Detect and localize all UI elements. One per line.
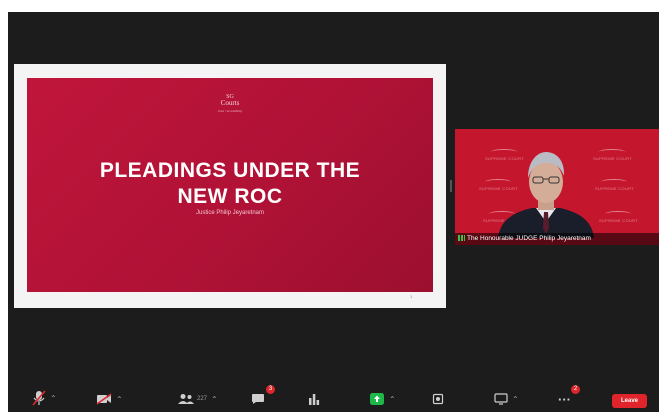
slide-page-marker: 1 <box>410 294 413 299</box>
participants-icon <box>178 394 194 404</box>
watermark-logo: SUPREME COURT <box>599 211 638 223</box>
share-screen-button[interactable]: ⌃ <box>369 389 396 409</box>
video-icon <box>96 393 112 405</box>
leave-button[interactable]: Leave <box>612 394 647 408</box>
share-options-caret[interactable]: ⌃ <box>389 395 396 404</box>
apps-icon <box>494 393 508 405</box>
video-options-caret[interactable]: ⌃ <box>116 395 123 404</box>
mute-options-caret[interactable]: ⌃ <box>50 394 57 403</box>
polls-button[interactable] <box>308 389 320 409</box>
more-icon: ··· <box>558 391 571 407</box>
logo-text-courts: Courts <box>220 99 240 107</box>
slide-title: PLEADINGS UNDER THE NEW ROC <box>60 158 400 210</box>
chat-unread-badge: 3 <box>266 385 275 394</box>
apps-options-caret[interactable]: ⌃ <box>512 395 519 404</box>
participants-options-caret[interactable]: ⌃ <box>211 395 218 404</box>
record-icon <box>432 393 444 405</box>
mute-icon <box>32 390 46 406</box>
polls-icon <box>309 394 320 405</box>
mute-button[interactable]: ⌃ <box>32 388 57 408</box>
speaker-name: The Honourable JUDGE Philip Jeyaretnam <box>467 235 591 242</box>
chat-button[interactable] <box>251 389 267 409</box>
stop-video-button[interactable]: ⌃ <box>96 389 123 409</box>
slide-subtitle: Justice Philip Jeyaretnam <box>195 210 265 216</box>
view-splitter-handle[interactable] <box>450 180 452 192</box>
participants-button[interactable]: 227 ⌃ <box>177 389 218 409</box>
speaker-person <box>498 152 594 238</box>
participants-count: 227 <box>197 396 208 402</box>
more-notification-badge: 2 <box>571 385 580 394</box>
watermark-logo: SUPREME COURT <box>593 149 632 161</box>
slide-title-line-2: NEW ROC <box>177 185 283 208</box>
slide-title-line-1: PLEADINGS UNDER THE <box>99 159 361 182</box>
more-button[interactable]: ··· <box>558 389 571 409</box>
logo-tagline: Trust • Accessibility <box>217 109 243 113</box>
apps-button[interactable]: ⌃ <box>494 389 519 409</box>
share-screen-icon <box>370 393 384 405</box>
watermark-logo: SUPREME COURT <box>595 179 634 191</box>
sg-courts-logo: SG Courts Trust • Accessibility <box>213 94 247 113</box>
speaker-name-label: The Honourable JUDGE Philip Jeyaretnam <box>455 233 659 245</box>
chat-icon <box>252 394 264 404</box>
record-button[interactable] <box>432 389 444 409</box>
audio-level-icon <box>458 235 465 241</box>
